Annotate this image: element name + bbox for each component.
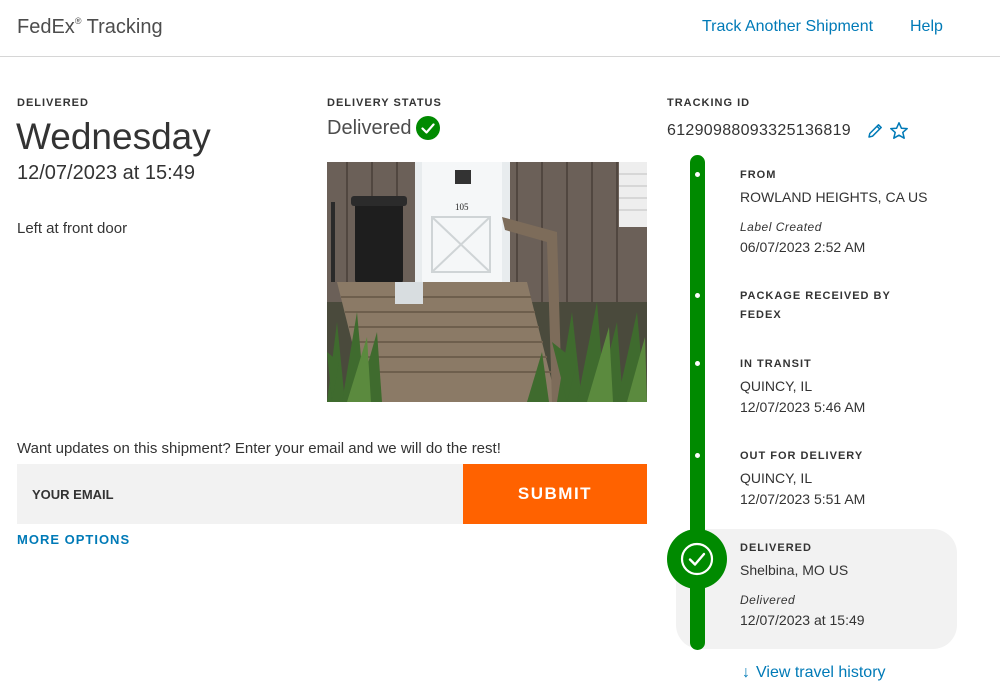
timeline-dot bbox=[695, 172, 700, 177]
brand-logo[interactable]: FedEx® Tracking bbox=[17, 16, 163, 39]
timeline-event-title: FROM bbox=[740, 169, 777, 181]
tracking-id-label: TRACKING ID bbox=[667, 97, 751, 109]
timeline-event-status: Label Created bbox=[740, 220, 822, 234]
delivery-day: Wednesday bbox=[16, 116, 211, 157]
timeline-event-title: OUT FOR DELIVERY bbox=[740, 450, 864, 462]
check-circle-icon bbox=[680, 542, 714, 576]
help-link[interactable]: Help bbox=[910, 18, 943, 36]
tracking-number: 612909880933251368​19 bbox=[667, 122, 851, 139]
timeline-event-location: QUINCY, IL bbox=[740, 378, 813, 394]
edit-pencil-icon[interactable] bbox=[866, 122, 884, 140]
delivered-status-circle bbox=[667, 529, 727, 589]
email-updates-prompt: Want updates on this shipment? Enter you… bbox=[17, 440, 501, 457]
timeline-event-status: Delivered bbox=[740, 593, 796, 607]
timeline-dot bbox=[695, 453, 700, 458]
delivery-status-value: Delivered bbox=[327, 117, 412, 139]
timeline-event-time: 12/07/2023 at 15:49 bbox=[740, 612, 865, 628]
svg-text:105: 105 bbox=[455, 202, 469, 212]
delivery-status-label: DELIVERY STATUS bbox=[327, 97, 442, 109]
timeline-event-time: 12/07/2023 5:46 AM bbox=[740, 399, 866, 415]
proof-of-delivery-photo[interactable]: 105 bbox=[327, 162, 647, 402]
submit-button[interactable]: SUBMIT bbox=[463, 464, 647, 524]
timeline-event-time: 06/07/2023 2:52 AM bbox=[740, 239, 866, 255]
delivery-datetime: 12/07/2023 at 15:49 bbox=[17, 162, 195, 184]
view-travel-history-label: View travel history bbox=[756, 664, 886, 681]
more-options-link[interactable]: MORE OPTIONS bbox=[17, 532, 130, 547]
arrow-down-icon: ↓ bbox=[742, 664, 750, 681]
brand-suffix: Tracking bbox=[86, 16, 163, 38]
track-another-shipment-link[interactable]: Track Another Shipment bbox=[702, 18, 873, 36]
timeline-event-title: IN TRANSIT bbox=[740, 358, 812, 370]
delivered-label: DELIVERED bbox=[17, 97, 89, 109]
email-input[interactable] bbox=[17, 464, 463, 524]
page-header: FedEx® Tracking Track Another Shipment H… bbox=[0, 0, 1000, 57]
timeline-event-location: ROWLAND HEIGHTS, CA US bbox=[740, 189, 928, 205]
delivery-note: Left at front door bbox=[17, 220, 128, 237]
timeline-event-location: Shelbina, MO US bbox=[740, 562, 849, 578]
view-travel-history-link[interactable]: ↓ View travel history bbox=[742, 664, 886, 682]
timeline-event-title: DELIVERED bbox=[740, 542, 812, 554]
timeline-dot bbox=[695, 293, 700, 298]
check-circle-icon bbox=[416, 116, 440, 140]
brand-mark: ® bbox=[74, 16, 82, 26]
star-watch-icon[interactable] bbox=[889, 121, 909, 141]
brand-name: FedEx bbox=[17, 16, 75, 38]
timeline-dot bbox=[695, 361, 700, 366]
timeline-event-location: QUINCY, IL bbox=[740, 470, 813, 486]
timeline-event-title: PACKAGE RECEIVED BY FEDEX bbox=[740, 290, 891, 321]
timeline-event-time: 12/07/2023 5:51 AM bbox=[740, 491, 866, 507]
